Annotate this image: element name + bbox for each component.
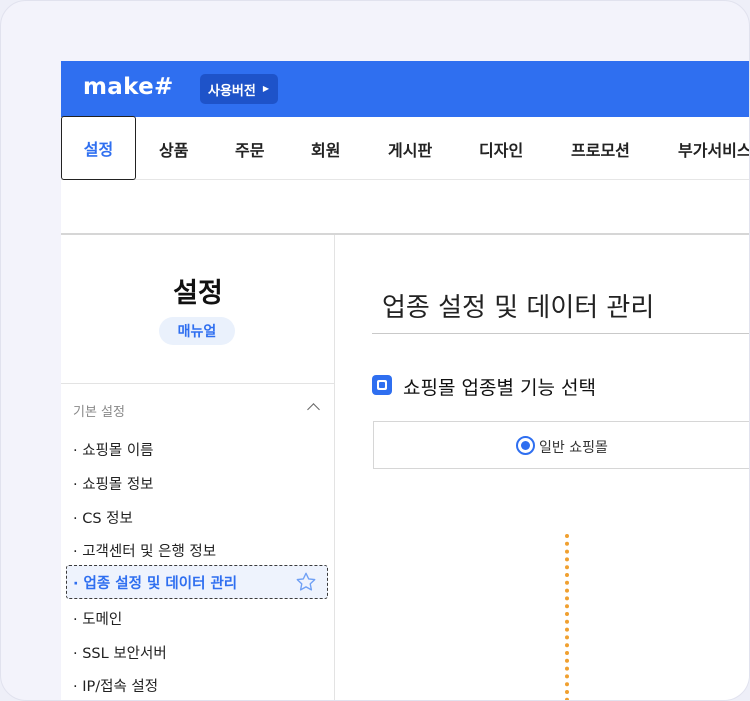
business-type-options: 일반 쇼핑몰 xyxy=(373,421,749,469)
sidebar-item-customer-center-bank[interactable]: · 고객센터 및 은행 정보 xyxy=(73,540,216,561)
version-badge-label: 사용버전 xyxy=(208,83,256,99)
sidebar-item-business-type-data[interactable]: · 업종 설정 및 데이터 관리 xyxy=(66,565,328,599)
sidebar-item-domain[interactable]: · 도메인 xyxy=(73,608,122,629)
dotted-guide-line xyxy=(565,534,569,700)
title-divider xyxy=(372,333,749,334)
sidebar: 설정 매뉴얼 기본 설정 · 쇼핑몰 이름 · 쇼핑몰 정보 · CS 정보 ·… xyxy=(61,235,335,700)
sidebar-item-cs-info[interactable]: · CS 정보 xyxy=(73,507,133,528)
radio-general-shop[interactable] xyxy=(516,436,535,455)
top-bar: make# 사용버전 ▶ xyxy=(61,61,749,117)
admin-app: make# 사용버전 ▶ 설정 상품 주문 회원 게시판 디자인 프로모션 부가… xyxy=(61,61,749,700)
menu-tab-members[interactable]: 회원 xyxy=(311,117,340,180)
sidebar-item-shop-name[interactable]: · 쇼핑몰 이름 xyxy=(73,439,154,460)
menu-tab-products[interactable]: 상품 xyxy=(159,117,188,180)
menu-tab-board[interactable]: 게시판 xyxy=(388,117,432,180)
section-title: 쇼핑몰 업종별 기능 선택 xyxy=(403,377,596,399)
window-frame: make# 사용버전 ▶ 설정 상품 주문 회원 게시판 디자인 프로모션 부가… xyxy=(0,0,750,701)
logo[interactable]: make# xyxy=(83,74,174,100)
star-icon[interactable] xyxy=(295,571,317,593)
menu-tab-addons[interactable]: 부가서비스 xyxy=(678,117,749,180)
sidebar-item-shop-info[interactable]: · 쇼핑몰 정보 xyxy=(73,473,154,494)
menu-tab-orders[interactable]: 주문 xyxy=(235,117,264,180)
main-menu: 설정 상품 주문 회원 게시판 디자인 프로모션 부가서비스 xyxy=(61,116,749,180)
sidebar-item-ip-access[interactable]: · IP/접속 설정 xyxy=(73,675,158,696)
section-header-basic-settings[interactable]: 기본 설정 xyxy=(73,401,323,420)
caret-right-icon: ▶ xyxy=(262,84,269,93)
sidebar-item-ssl[interactable]: · SSL 보안서버 xyxy=(73,642,167,663)
section-square-icon xyxy=(372,375,392,395)
sidebar-divider xyxy=(61,383,335,384)
menu-tab-promotion[interactable]: 프로모션 xyxy=(571,117,630,180)
page-title: 업종 설정 및 데이터 관리 xyxy=(382,293,655,323)
manual-button[interactable]: 매뉴얼 xyxy=(159,317,235,345)
menu-tab-settings[interactable]: 설정 xyxy=(61,116,136,180)
sidebar-item-label: · 업종 설정 및 데이터 관리 xyxy=(73,575,238,592)
sub-menu-bar xyxy=(61,180,749,235)
version-badge-button[interactable]: 사용버전 ▶ xyxy=(200,74,278,104)
sidebar-title: 설정 xyxy=(173,278,223,309)
menu-tab-design[interactable]: 디자인 xyxy=(479,117,523,180)
radio-general-shop-label[interactable]: 일반 쇼핑몰 xyxy=(539,437,608,457)
